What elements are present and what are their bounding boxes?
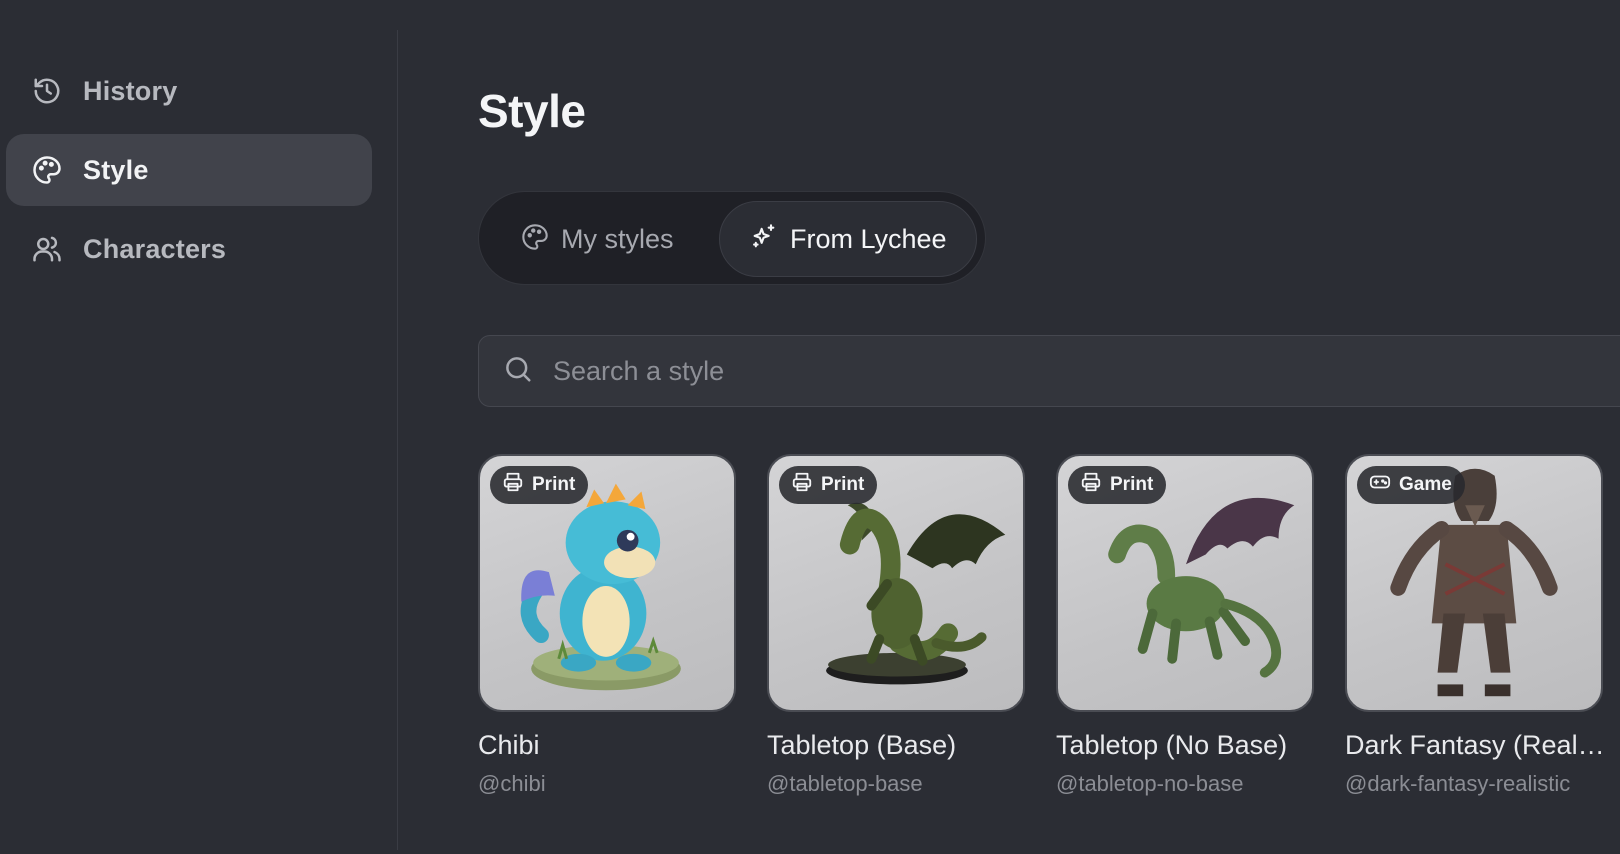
search-input[interactable]	[553, 355, 1153, 387]
category-badge: Print	[1068, 466, 1167, 504]
card-handle: @dark-fantasy-realistic	[1345, 771, 1571, 796]
sidebar-item-characters[interactable]: Characters	[6, 213, 372, 285]
card-title: Tabletop (Base)	[767, 730, 957, 760]
badge-label: Print	[532, 474, 576, 495]
badge-label: Print	[821, 474, 865, 495]
printer-icon	[502, 471, 532, 499]
style-source-toggle: My styles From Lychee	[478, 191, 986, 285]
style-card-tabletop-no-base[interactable]: Print Tabletop (No Base) @tabletop-no-ba…	[1056, 454, 1316, 797]
category-badge: Print	[779, 466, 878, 504]
search-bar	[478, 335, 1620, 407]
sidebar-item-label: Characters	[83, 233, 227, 264]
card-handle: @chibi	[478, 771, 546, 796]
palette-icon	[521, 223, 549, 256]
printer-icon	[1080, 471, 1110, 499]
printer-icon	[791, 471, 821, 499]
card-handle: @tabletop-base	[767, 771, 923, 796]
page-title: Style	[478, 85, 586, 137]
style-card-chibi[interactable]: Print Chibi @chibi	[478, 454, 738, 797]
card-handle: @tabletop-no-base	[1056, 771, 1244, 796]
card-title: Chibi	[478, 730, 540, 760]
category-badge: Game	[1357, 466, 1465, 504]
users-icon	[31, 233, 63, 265]
tab-label: My styles	[561, 223, 674, 254]
style-thumbnail[interactable]: Game	[1345, 454, 1603, 712]
sidebar-item-label: Style	[83, 154, 149, 185]
sidebar-item-label: History	[83, 75, 178, 106]
gamepad-icon	[1369, 471, 1399, 499]
palette-icon	[31, 154, 63, 186]
tab-my-styles[interactable]: My styles	[489, 201, 719, 277]
style-card-dark-fantasy-realistic[interactable]: Game Dark Fantasy (Realistic) @dark-fant…	[1345, 454, 1605, 797]
style-thumbnail[interactable]: Print	[767, 454, 1025, 712]
card-title: Dark Fantasy (Realistic)	[1345, 730, 1605, 760]
history-icon	[31, 75, 63, 107]
style-thumbnail[interactable]: Print	[1056, 454, 1314, 712]
sidebar-divider	[397, 30, 398, 850]
tab-from-lychee[interactable]: From Lychee	[719, 201, 977, 277]
sparkles-icon	[750, 223, 778, 256]
sidebar-item-style[interactable]: Style	[6, 134, 372, 206]
style-thumbnail[interactable]: Print	[478, 454, 736, 712]
badge-label: Print	[1110, 474, 1154, 495]
style-card-tabletop-base[interactable]: Print Tabletop (Base) @tabletop-base	[767, 454, 1027, 797]
tab-label: From Lychee	[790, 223, 947, 254]
badge-label: Game	[1399, 474, 1452, 495]
search-icon	[503, 354, 533, 389]
sidebar-item-history[interactable]: History	[6, 55, 372, 127]
app-root: History Style Characters Style My styles…	[0, 0, 1620, 854]
sidebar: History Style Characters	[0, 0, 398, 854]
card-title: Tabletop (No Base)	[1056, 730, 1288, 760]
category-badge: Print	[490, 466, 589, 504]
